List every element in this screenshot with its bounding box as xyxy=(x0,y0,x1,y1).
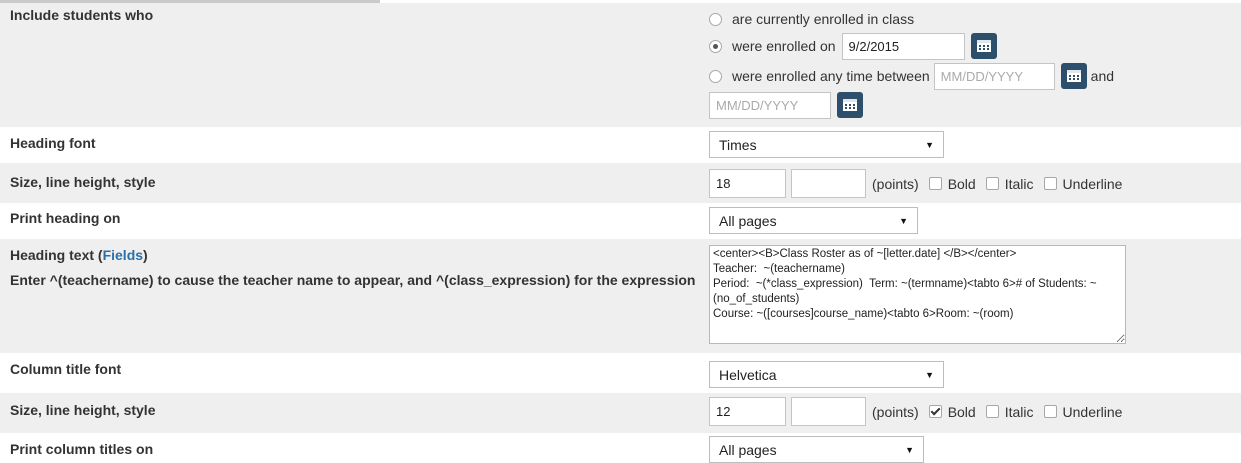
column-italic-checkbox[interactable] xyxy=(985,405,999,418)
between-from-date-input[interactable] xyxy=(933,62,1055,90)
heading-font-label: Heading font xyxy=(10,135,96,151)
print-column-row: Print column titles on xyxy=(0,433,1241,461)
option-currently-enrolled[interactable]: are currently enrolled in class xyxy=(709,7,914,31)
print-column-label: Print column titles on xyxy=(10,441,154,457)
column-font-row: Column title font xyxy=(0,353,1241,390)
heading-text-label-start: Heading text ( xyxy=(10,247,103,263)
heading-text-area[interactable]: <center><B>Class Roster as of ~[letter.d… xyxy=(709,245,1126,344)
option-currently-enrolled-label: are currently enrolled in class xyxy=(732,11,915,27)
enrollment-label: Include students who xyxy=(10,7,154,23)
column-size-controls: (points) Bold Italic Underline xyxy=(709,397,1122,426)
radio-enrolled-between[interactable] xyxy=(709,69,722,83)
radio-enrolled-on[interactable] xyxy=(709,39,722,53)
column-underline-label: Underline xyxy=(1062,403,1123,420)
print-heading-label: Print heading on xyxy=(10,210,121,226)
heading-bold-checkbox[interactable] xyxy=(928,177,942,190)
heading-underline-label: Underline xyxy=(1062,175,1123,192)
between-to-date-group xyxy=(709,91,863,119)
heading-font-value: Times xyxy=(719,136,757,153)
calendar-icon[interactable] xyxy=(970,33,997,59)
heading-font-row: Heading font xyxy=(0,127,1241,163)
chevron-down-icon: ▼ xyxy=(905,444,914,455)
option-enrolled-between[interactable]: were enrolled any time between and xyxy=(709,62,1115,90)
option-enrolled-between-label: were enrolled any time between xyxy=(732,68,930,84)
print-column-value: All pages xyxy=(719,441,777,458)
heading-points-label: (points) xyxy=(872,175,919,192)
calendar-icon[interactable] xyxy=(837,92,863,118)
heading-bold-label: Bold xyxy=(947,175,976,192)
heading-italic-checkbox[interactable] xyxy=(985,177,999,190)
heading-font-select[interactable]: Times ▼ xyxy=(709,131,944,158)
column-bold-checkbox[interactable] xyxy=(928,405,942,418)
column-underline-checkbox[interactable] xyxy=(1043,405,1057,418)
column-font-value: Helvetica xyxy=(719,366,777,383)
and-label: and xyxy=(1090,68,1115,84)
between-to-date-input[interactable] xyxy=(709,91,831,119)
fields-link[interactable]: Fields xyxy=(103,247,143,263)
print-heading-value: All pages xyxy=(719,212,777,229)
chevron-down-icon: ▼ xyxy=(899,215,908,226)
print-heading-select[interactable]: All pages ▼ xyxy=(709,207,918,234)
radio-currently-enrolled[interactable] xyxy=(709,12,722,26)
column-italic-label: Italic xyxy=(1004,403,1034,420)
column-font-label: Column title font xyxy=(10,361,122,377)
column-line-height-input[interactable] xyxy=(791,397,866,426)
heading-size-controls: (points) Bold Italic Underline xyxy=(709,169,1122,198)
heading-size-input[interactable] xyxy=(709,169,786,198)
heading-line-height-input[interactable] xyxy=(791,169,866,198)
heading-size-label: Size, line height, style xyxy=(10,174,156,190)
print-column-select[interactable]: All pages ▼ xyxy=(709,436,924,463)
column-bold-label: Bold xyxy=(947,403,976,420)
heading-text-description: Enter ^(teachername) to cause the teache… xyxy=(10,272,696,288)
calendar-icon[interactable] xyxy=(1060,63,1087,89)
heading-underline-checkbox[interactable] xyxy=(1043,177,1057,190)
heading-italic-label: Italic xyxy=(1004,175,1034,192)
column-points-label: (points) xyxy=(872,403,919,420)
option-enrolled-on-label: were enrolled on xyxy=(732,38,836,54)
print-heading-row: Print heading on xyxy=(0,203,1241,239)
column-size-label: Size, line height, style xyxy=(10,402,156,418)
enrolled-on-date-input[interactable] xyxy=(841,32,965,60)
heading-text-label-end: ) xyxy=(143,247,148,263)
chevron-down-icon: ▼ xyxy=(925,139,934,150)
option-enrolled-on[interactable]: were enrolled on xyxy=(709,32,997,60)
column-font-select[interactable]: Helvetica ▼ xyxy=(709,361,944,388)
heading-text-label: Heading text (Fields) xyxy=(10,244,148,266)
chevron-down-icon: ▼ xyxy=(925,369,934,380)
column-size-input[interactable] xyxy=(709,397,786,426)
